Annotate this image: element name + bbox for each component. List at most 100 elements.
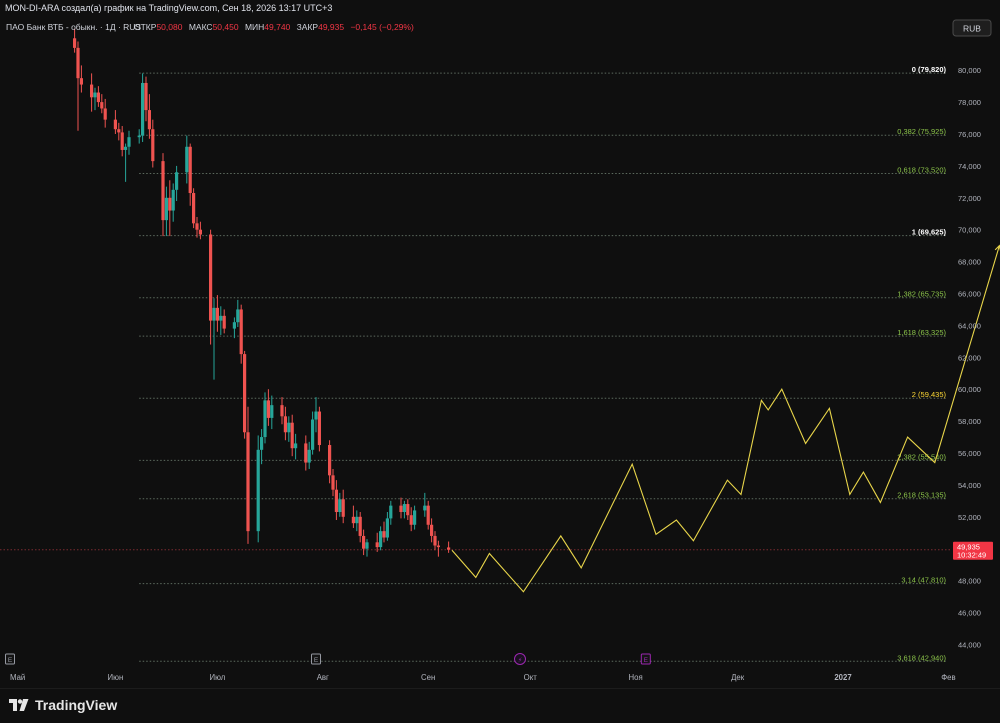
candle [294,433,298,460]
price-chart[interactable]: 0 (79,820) 0,382 (75,925) 0,618 (73,520) 1 … [0,18,1000,688]
candle-body [385,518,389,538]
x-tick-label: Май [10,673,25,682]
fib-label: 3,618 (42,940) [897,653,946,662]
candle [328,440,332,484]
candle [287,416,291,442]
candle [402,500,406,519]
candle-body [171,189,175,211]
legend-symbol: ПАО Банк ВТБ - обыкн. · 1Д · RUS [6,22,141,32]
candle-body [236,309,240,323]
candle-body [243,354,247,433]
candle [263,392,267,444]
change-value: −0,145 (−0,29%) [350,22,413,32]
x-tick-label: Дек [731,673,745,682]
candle-body [382,531,386,538]
candle [426,500,430,530]
candle-body [413,510,417,525]
dividend-marker: ⚡ [514,653,526,665]
candle [314,397,318,433]
fib-label: 0,382 (75,925) [897,127,946,136]
candle-body [304,443,308,463]
y-tick-label: 64,000 [958,321,981,330]
price-axis[interactable]: 44,000 46,000 48,000 52,000 54,000 56,000 58,0… [953,66,993,649]
candle-body [341,499,345,517]
candle-body [209,234,213,321]
y-tick-label: 56,000 [958,449,981,458]
candle-body [147,110,151,130]
fib-label: 2,382 (55,540) [897,452,946,461]
y-tick-label: 80,000 [958,66,981,75]
candle-body [76,47,80,79]
candle-body [317,411,321,446]
last-price-countdown: 10:32:49 [957,551,986,560]
candle [90,73,94,112]
candle-body [103,108,107,120]
event-marker-glyph: E [8,657,13,664]
candle-body [334,489,338,513]
candle [120,126,124,157]
candle-body [212,307,216,321]
candle-body [73,38,77,48]
candle [215,295,219,332]
candle [311,411,315,455]
high-label: МАКС [189,22,213,32]
tradingview-logo-text: TradingView [35,697,118,713]
candle-body [311,419,315,450]
y-tick-label: 44,000 [958,640,981,649]
candle [79,65,83,93]
candle-body [222,315,226,329]
high-value: 50,450 [213,22,239,32]
candle [192,188,196,229]
currency-button[interactable]: RUB [952,19,992,37]
y-tick-label: 78,000 [958,98,981,107]
candle [307,441,311,469]
candle [433,531,437,551]
candle [236,299,240,327]
x-tick-label: Июн [108,673,124,682]
candle [334,480,338,520]
candle-body [185,146,189,173]
y-tick-label: 76,000 [958,130,981,139]
fib-label: 1,382 (65,735) [897,290,946,299]
candle-body [260,437,264,450]
candle [423,492,427,517]
candle-body [113,119,117,130]
candle-body [90,84,94,98]
candle [198,221,202,240]
candle [362,529,366,556]
event-marker-glyph: ⚡ [518,657,523,664]
candle-body [436,545,440,548]
fib-label: 3,14 (47,810) [901,576,946,585]
fib-label: 0 (79,820) [912,65,947,74]
candle-body [188,146,192,194]
footer: TradingView [0,688,1000,723]
candle-body [283,416,287,433]
fibonacci-levels: 0 (79,820) 0,382 (75,925) 0,618 (73,520) 1 … [0,65,952,662]
candle [375,532,379,552]
event-marker-glyph: E [314,657,319,664]
candle-body [287,422,291,433]
currency-label: RUB [963,24,981,34]
candle-body [328,445,332,476]
candle-body [232,322,236,329]
candle-body [219,315,223,321]
candle-body [399,505,403,513]
event-markers: E E ⚡ E [5,653,651,665]
fib-label: 2,618 (53,135) [897,491,946,500]
candle [171,183,175,222]
candle [96,86,100,107]
tradingview-logo[interactable]: TradingView [9,697,117,713]
candle-body [175,172,179,190]
time-axis[interactable]: Май Июн Июл Авг Сен Окт Ноя Дек 2027 Фев [10,673,956,682]
candle [127,130,131,155]
candle-body [447,547,451,550]
x-tick-label: 2027 [834,673,851,682]
candle-body [100,102,104,109]
candle [141,73,145,142]
candlestick-series [73,28,451,557]
candle [447,541,451,553]
candle [164,186,168,237]
candle-body [151,129,155,162]
close-value: 49,935 [318,22,344,32]
candle [304,435,308,471]
